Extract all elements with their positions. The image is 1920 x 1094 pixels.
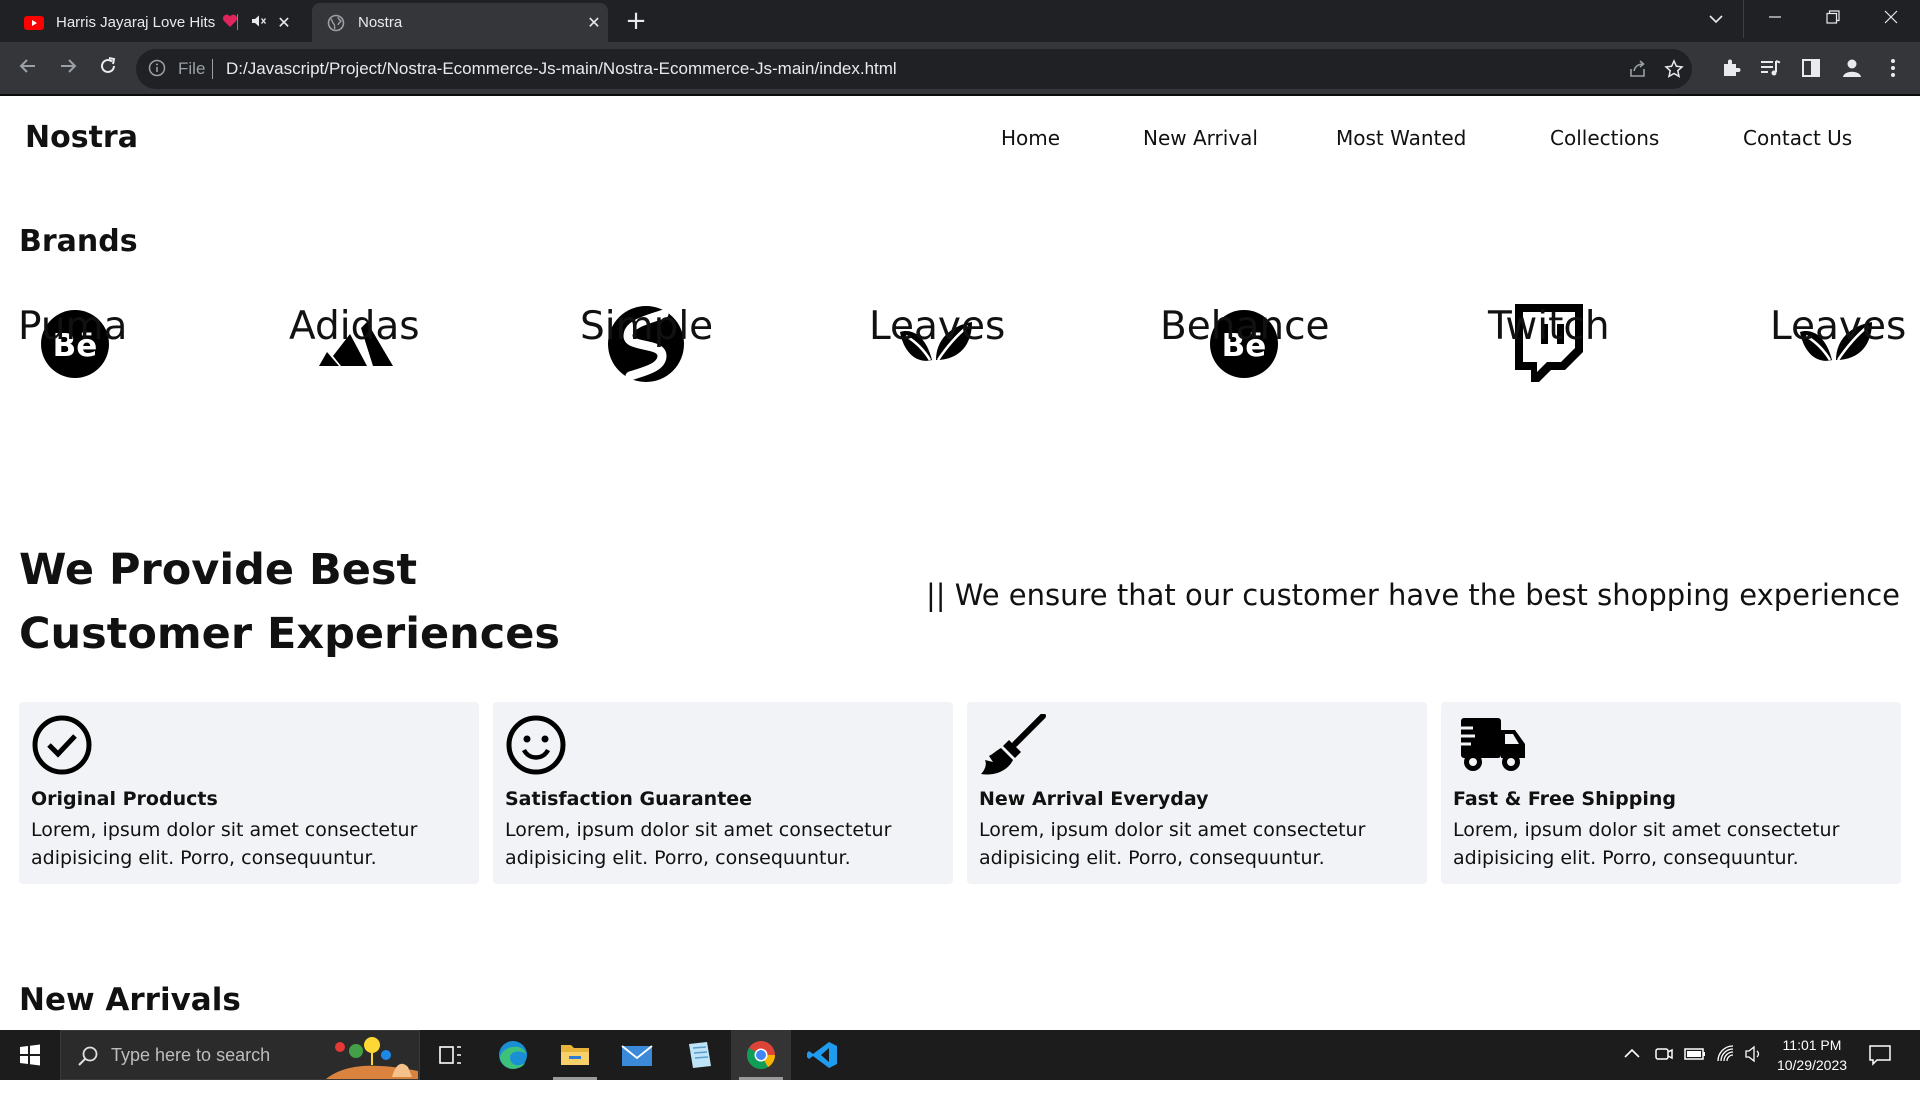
feature-text: Lorem, ipsum dolor sit amet consectetur … <box>31 819 418 869</box>
feature-text: Lorem, ipsum dolor sit amet consectetur … <box>1453 819 1840 869</box>
clock-time: 11:01 PM <box>1782 1037 1842 1053</box>
media-control-icon[interactable] <box>1759 57 1781 79</box>
heart-icon <box>222 14 238 32</box>
experience-tagline: || We ensure that our customer have the … <box>926 578 1900 612</box>
nav-contact-us[interactable]: Contact Us <box>1743 126 1852 150</box>
brand-name[interactable]: Adidas <box>289 304 420 349</box>
tab-title: Harris Jayaraj Love Hits <box>56 14 216 31</box>
globe-icon <box>326 13 346 33</box>
scheme-label: File <box>178 59 206 78</box>
brand-name[interactable]: Leaves <box>1770 304 1906 349</box>
taskbar-search-box[interactable]: Type here to search <box>60 1030 420 1080</box>
profile-icon[interactable] <box>1841 57 1863 79</box>
brand-name[interactable]: Twitch <box>1488 304 1610 349</box>
brand-name[interactable]: Behance <box>1160 304 1330 349</box>
browser-toolbar: File D:/Javascript/Project/Nostra-Ecomme… <box>0 42 1920 96</box>
new-arrivals-title: New Arrivals <box>19 982 241 1018</box>
notifications-icon[interactable] <box>1868 1044 1892 1094</box>
reload-button[interactable] <box>92 53 124 85</box>
tab-search-icon[interactable] <box>1688 0 1744 38</box>
feature-text: Lorem, ipsum dolor sit amet consectetur … <box>505 819 892 869</box>
feature-title: Fast & Free Shipping <box>1453 788 1676 810</box>
extensions-icon[interactable] <box>1720 57 1742 79</box>
feature-card: Original Products Lorem, ipsum dolor sit… <box>19 702 479 884</box>
tab-title: Nostra <box>358 14 403 31</box>
tab-nostra[interactable]: Nostra ✕ <box>312 3 608 42</box>
feature-card: Fast & Free Shipping Lorem, ipsum dolor … <box>1441 702 1901 884</box>
notepad-icon[interactable] <box>669 1030 729 1080</box>
smile-icon <box>505 714 567 776</box>
nav-collections[interactable]: Collections <box>1550 126 1659 150</box>
search-icon <box>77 1045 99 1071</box>
info-icon[interactable] <box>148 59 168 79</box>
feature-title: Original Products <box>31 788 218 810</box>
close-tab-icon[interactable]: ✕ <box>270 13 298 33</box>
tab-separator <box>237 14 238 30</box>
address-divider <box>212 59 213 79</box>
back-button[interactable] <box>12 53 44 85</box>
search-highlight-icon <box>326 1033 418 1083</box>
youtube-icon <box>24 13 44 33</box>
bookmark-star-icon[interactable] <box>1664 59 1686 81</box>
windows-taskbar: Type here to search 11:01 PM 10/29/2023 <box>0 1030 1920 1080</box>
clock-date: 10/29/2023 <box>1776 1057 1848 1073</box>
brand-name[interactable]: Puma <box>18 304 127 349</box>
feature-card: New Arrival Everyday Lorem, ipsum dolor … <box>967 702 1427 884</box>
heading-line: Customer Experiences <box>19 609 561 659</box>
file-explorer-icon[interactable] <box>545 1030 605 1080</box>
close-window-button[interactable] <box>1862 0 1920 38</box>
restore-button[interactable] <box>1804 0 1862 38</box>
close-tab-icon[interactable]: ✕ <box>580 13 608 33</box>
check-circle-icon <box>31 714 93 776</box>
experience-heading: We Provide Best Customer Experiences <box>19 538 560 666</box>
meet-now-icon[interactable] <box>1654 1044 1674 1094</box>
windows-start-icon[interactable] <box>0 1030 60 1080</box>
webpage: Nostra Home New Arrival Most Wanted Coll… <box>0 98 1920 1030</box>
vscode-icon[interactable] <box>793 1030 853 1080</box>
feature-title: New Arrival Everyday <box>979 788 1209 810</box>
minimize-button[interactable] <box>1746 0 1804 38</box>
browser-tab-bar: Harris Jayaraj Love Hits ✕ Nostra ✕ + <box>0 0 1920 42</box>
tab-youtube[interactable]: Harris Jayaraj Love Hits ✕ <box>10 3 310 42</box>
taskbar-clock[interactable]: 11:01 PM 10/29/2023 <box>1760 1035 1864 1075</box>
site-logo[interactable]: Nostra <box>25 120 138 155</box>
heading-line: We Provide Best <box>19 545 418 595</box>
edge-icon[interactable] <box>483 1030 543 1080</box>
side-panel-icon[interactable] <box>1800 57 1822 79</box>
brand-name[interactable]: Leaves <box>869 304 1005 349</box>
nav-most-wanted[interactable]: Most Wanted <box>1336 126 1466 150</box>
address-bar[interactable]: File D:/Javascript/Project/Nostra-Ecomme… <box>136 49 1692 89</box>
search-placeholder: Type here to search <box>111 1045 271 1065</box>
nav-new-arrival[interactable]: New Arrival <box>1143 126 1258 150</box>
feature-text: Lorem, ipsum dolor sit amet consectetur … <box>979 819 1366 869</box>
muted-speaker-icon[interactable] <box>248 14 270 31</box>
chrome-icon[interactable] <box>731 1030 791 1080</box>
new-tab-button[interactable]: + <box>622 8 650 36</box>
brand-name[interactable]: Simple <box>580 304 713 349</box>
forward-button[interactable] <box>52 53 84 85</box>
task-view-icon[interactable] <box>420 1030 480 1080</box>
feature-card: Satisfaction Guarantee Lorem, ipsum dolo… <box>493 702 953 884</box>
brands-title: Brands <box>19 224 138 259</box>
share-icon[interactable] <box>1628 59 1650 81</box>
chevron-up-icon[interactable] <box>1622 1044 1642 1094</box>
mail-icon[interactable] <box>607 1030 667 1080</box>
feature-title: Satisfaction Guarantee <box>505 788 753 810</box>
truck-icon <box>1453 714 1529 776</box>
wifi-icon[interactable] <box>1716 1044 1736 1094</box>
battery-icon[interactable] <box>1684 1044 1706 1094</box>
nav-home[interactable]: Home <box>1001 126 1060 150</box>
url-text[interactable]: D:/Javascript/Project/Nostra-Ecommerce-J… <box>226 59 897 79</box>
broom-icon <box>979 713 1046 776</box>
menu-kebab-icon[interactable] <box>1882 57 1904 79</box>
